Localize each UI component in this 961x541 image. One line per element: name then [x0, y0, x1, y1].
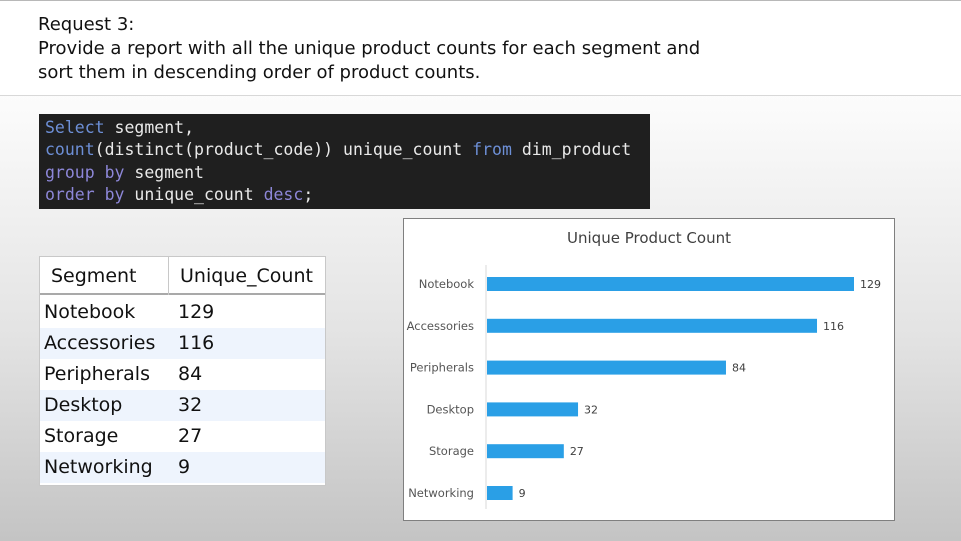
table-row[interactable]: Networking 9 [40, 452, 325, 483]
sql-line-2: count(distinct(product_code)) unique_cou… [45, 139, 650, 161]
sql-text: segment [124, 162, 204, 182]
cell-count: 27 [178, 425, 203, 447]
cell-segment: Storage [44, 425, 119, 447]
category-label: Notebook [419, 277, 475, 291]
bar-notebook[interactable] [487, 277, 854, 291]
cell-count: 84 [178, 363, 203, 385]
cell-count: 116 [178, 332, 215, 354]
cell-count: 129 [178, 301, 215, 323]
request-description-line1: Provide a report with all the unique pro… [38, 38, 701, 59]
request-title: Request 3: [38, 14, 135, 35]
cell-count: 32 [178, 394, 203, 416]
data-label: 116 [823, 320, 844, 333]
data-label: 84 [732, 362, 746, 375]
sql-code-block: Select segment, count(distinct(product_co… [39, 114, 650, 209]
category-label: Networking [408, 486, 474, 500]
sql-keyword: from [472, 140, 512, 160]
bar-networking[interactable] [487, 486, 513, 500]
sql-keyword: order by [45, 184, 125, 204]
sql-text: segment, [104, 118, 195, 137]
sql-line-1: Select segment, [45, 117, 650, 139]
sql-keyword: Select [45, 118, 105, 137]
category-label: Accessories [407, 319, 474, 333]
bar-chart: Notebook 129 Accessories 116 Peripherals 84 De… [407, 265, 881, 509]
bar-desktop[interactable] [487, 402, 579, 417]
table-row[interactable]: Storage 27 [40, 421, 325, 452]
column-header-segment[interactable]: Segment [51, 265, 137, 287]
sql-keyword: group by [45, 162, 125, 182]
category-label: Peripherals [410, 361, 474, 375]
cell-segment: Networking [44, 456, 153, 478]
category-label: Desktop [427, 402, 474, 416]
column-header-unique-count[interactable]: Unique_Count [180, 265, 313, 287]
bar-peripherals[interactable] [487, 360, 726, 375]
sql-text: dim_product [511, 140, 632, 160]
result-table: Segment Unique_Count Notebook 129 Access… [39, 256, 326, 486]
request-text: Request 3: Provide a report with all the… [38, 13, 700, 85]
sql-text: (distinct(product_code)) unique_count [94, 140, 473, 160]
request-header: Request 3: Provide a report with all the… [0, 0, 961, 96]
sql-keyword: count [45, 140, 95, 160]
sql-text: unique_count [124, 184, 264, 204]
request-description-line2: sort them in descending order of product… [38, 62, 481, 83]
data-label: 27 [570, 445, 584, 458]
bar-storage[interactable] [487, 444, 564, 459]
sql-keyword: desc [263, 184, 304, 204]
data-label: 129 [860, 278, 881, 291]
cell-segment: Accessories [44, 332, 156, 354]
cell-segment: Desktop [44, 394, 123, 416]
bar-chart-panel: Unique Product Count Notebook 129 Accessor… [403, 218, 895, 521]
column-divider [168, 257, 169, 295]
table-row[interactable]: Peripherals 84 [40, 359, 325, 390]
sql-text: ; [303, 184, 314, 204]
sql-line-3: group by segment [45, 162, 650, 184]
bar-accessories[interactable] [487, 318, 818, 333]
table-row[interactable]: Desktop 32 [40, 390, 325, 421]
table-row[interactable]: Notebook 129 [40, 297, 325, 328]
cell-segment: Peripherals [44, 363, 150, 385]
sql-line-4: order by unique_count desc; [45, 184, 650, 206]
table-header: Segment Unique_Count [40, 257, 325, 295]
cell-count: 9 [178, 456, 191, 478]
cell-segment: Notebook [44, 301, 136, 323]
data-label: 32 [584, 403, 598, 416]
table-row[interactable]: Accessories 116 [40, 328, 325, 359]
data-label: 9 [519, 487, 526, 500]
category-label: Storage [429, 444, 474, 458]
